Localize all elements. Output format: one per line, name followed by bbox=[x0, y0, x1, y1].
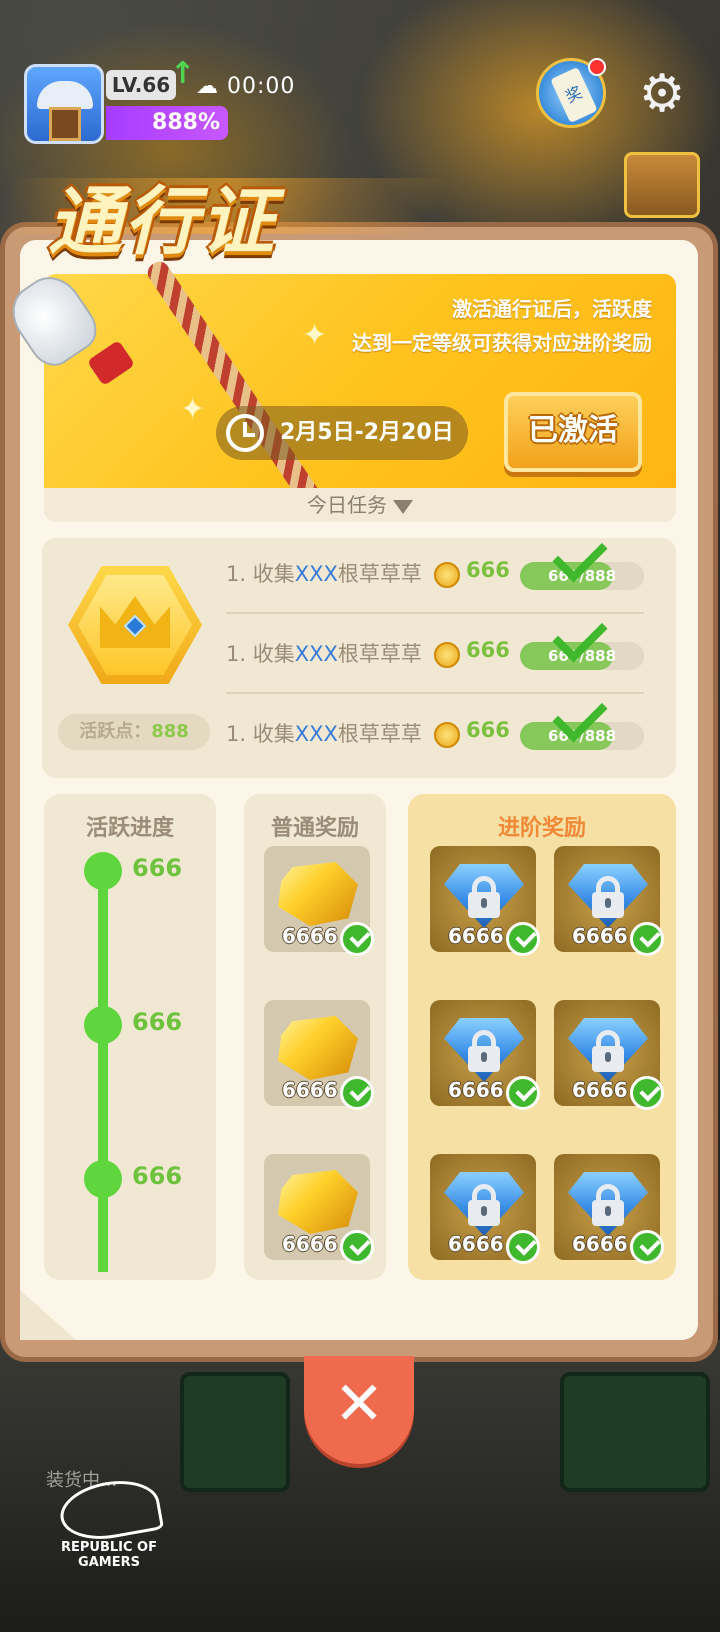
gold-nugget-icon bbox=[278, 862, 358, 926]
mine-roof-icon bbox=[37, 81, 93, 109]
task-reward: 666 bbox=[466, 558, 510, 582]
reward-amount: 6666 bbox=[572, 924, 628, 948]
close-button[interactable]: ✕ bbox=[304, 1356, 414, 1464]
brand-text: REPUBLIC OF GAMERS bbox=[54, 1540, 164, 1570]
normal-reward-tile[interactable]: 6666 bbox=[264, 1000, 374, 1110]
check-icon bbox=[506, 1230, 540, 1264]
progress-node bbox=[84, 1160, 122, 1198]
percent-bar: 888% bbox=[106, 106, 228, 140]
progress-node-label: 666 bbox=[132, 1008, 183, 1036]
check-icon bbox=[506, 1076, 540, 1110]
normal-reward-tile[interactable]: 6666 bbox=[264, 846, 374, 956]
activity-points: 活跃点：888 bbox=[58, 714, 210, 750]
check-icon bbox=[340, 922, 374, 956]
clock-icon bbox=[226, 414, 264, 452]
advanced-reward-tile[interactable]: 6666 bbox=[554, 1000, 664, 1110]
reward-amount: 6666 bbox=[448, 1078, 504, 1102]
notification-dot bbox=[588, 58, 606, 76]
reward-amount: 6666 bbox=[572, 1232, 628, 1256]
task-text: 1. 收集XXX根草草草 bbox=[226, 722, 422, 746]
progress-node-label: 666 bbox=[132, 1162, 183, 1190]
progress-node bbox=[84, 852, 122, 890]
coin-icon bbox=[434, 722, 460, 748]
task-row: 1. 收集XXX根草草草 666 666/888 bbox=[226, 607, 646, 676]
reward-amount: 6666 bbox=[448, 1232, 504, 1256]
activity-progress-title: 活跃进度 bbox=[85, 816, 174, 841]
task-row: 1. 收集XXX根草草草 666 666/888 bbox=[226, 687, 646, 756]
check-icon bbox=[630, 1076, 664, 1110]
check-icon bbox=[506, 922, 540, 956]
background-machine bbox=[180, 1372, 290, 1492]
coin-icon bbox=[434, 562, 460, 588]
progress-node bbox=[84, 1006, 122, 1044]
normal-rewards-title: 普通奖励 bbox=[270, 816, 359, 841]
check-icon bbox=[630, 1230, 664, 1264]
progress-node-label: 666 bbox=[132, 854, 183, 882]
task-reward: 666 bbox=[466, 638, 510, 662]
advanced-reward-tile[interactable]: 6666 bbox=[430, 1154, 540, 1264]
scroll-icon: 奖 bbox=[550, 66, 598, 124]
check-icon bbox=[340, 1076, 374, 1110]
mine-avatar[interactable] bbox=[24, 64, 104, 144]
task-text: 1. 收集XXX根草草草 bbox=[226, 562, 422, 586]
banner-desc-line2: 达到一定等级可获得对应进阶奖励 bbox=[352, 331, 652, 355]
banner-description: 激活通行证后，活跃度 达到一定等级可获得对应进阶奖励 bbox=[232, 292, 652, 360]
task-reward: 666 bbox=[466, 718, 510, 742]
brand-line2: GAMERS bbox=[78, 1555, 140, 1570]
reward-amount: 6666 bbox=[282, 1078, 338, 1102]
activity-points-value: 888 bbox=[151, 721, 189, 742]
check-icon bbox=[630, 922, 664, 956]
activity-points-label: 活跃点： bbox=[79, 721, 152, 742]
reward-amount: 6666 bbox=[572, 1078, 628, 1102]
banner-desc-line1: 激活通行证后，活跃度 bbox=[452, 297, 652, 321]
progress-track bbox=[98, 864, 108, 1272]
background-machine bbox=[560, 1372, 710, 1492]
mine-door-icon bbox=[49, 107, 81, 141]
advanced-reward-tile[interactable]: 6666 bbox=[554, 846, 664, 956]
chest-icon[interactable] bbox=[624, 152, 700, 218]
gold-nugget-icon bbox=[278, 1170, 358, 1234]
normal-reward-tile[interactable]: 6666 bbox=[264, 1154, 374, 1264]
reward-amount: 6666 bbox=[282, 924, 338, 948]
close-icon: ✕ bbox=[333, 1369, 385, 1439]
chevron-down-icon bbox=[393, 499, 413, 514]
sparkle-icon: ✦ bbox=[302, 318, 328, 353]
today-tasks-toggle[interactable]: 今日任务 bbox=[44, 488, 676, 522]
today-tasks-label: 今日任务 bbox=[307, 493, 387, 517]
gold-nugget-icon bbox=[278, 1016, 358, 1080]
advanced-reward-tile[interactable]: 6666 bbox=[430, 846, 540, 956]
task-text: 1. 收集XXX根草草草 bbox=[226, 642, 422, 666]
coin-icon bbox=[434, 642, 460, 668]
pass-title: 通行证 bbox=[48, 179, 276, 265]
advanced-reward-tile[interactable]: 6666 bbox=[430, 1000, 540, 1110]
level-up-arrow-icon: ↑ bbox=[170, 56, 196, 91]
task-row: 1. 收集XXX根草草草 666 666/888 bbox=[226, 527, 646, 596]
reward-amount: 6666 bbox=[282, 1232, 338, 1256]
activated-button[interactable]: 已激活 bbox=[504, 392, 642, 472]
check-icon bbox=[340, 1230, 374, 1264]
advanced-reward-tile[interactable]: 6666 bbox=[554, 1154, 664, 1264]
timer-text: ☁ 00:00 bbox=[196, 74, 296, 99]
level-label: LV.66 bbox=[106, 70, 176, 100]
advanced-rewards-title: 进阶奖励 bbox=[497, 816, 586, 841]
brand-line1: REPUBLIC OF bbox=[60, 1540, 157, 1555]
timer-value: 00:00 bbox=[227, 74, 296, 99]
activity-progress-column: 活跃进度 bbox=[44, 794, 216, 1280]
reward-amount: 6666 bbox=[448, 924, 504, 948]
gear-icon[interactable]: ⚙ bbox=[632, 64, 692, 124]
sparkle-icon: ✦ bbox=[180, 392, 206, 427]
